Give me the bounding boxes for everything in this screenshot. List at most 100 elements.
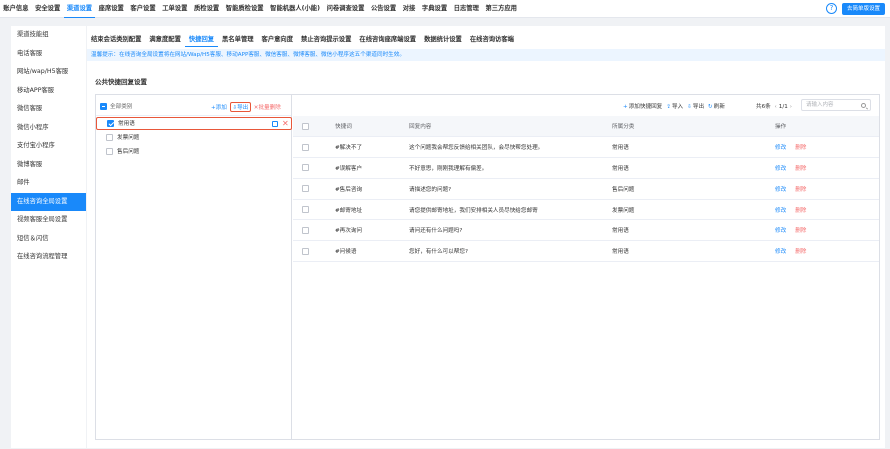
- pager: 共6条 ‹ 1/1 ›: [756, 102, 794, 110]
- question-circle-icon[interactable]: ?: [826, 3, 837, 14]
- table-row: #误解客户 不好意思，刚刚我理解有偏差。 常用语 修改 删除: [293, 157, 879, 179]
- cell-content: 请您提供邮寄地址，我们安排相关人员尽快给您邮寄: [409, 199, 612, 221]
- topnav-item[interactable]: 工单设置: [159, 0, 191, 18]
- subtab[interactable]: 客户意向度: [258, 35, 297, 47]
- topnav-item[interactable]: 账户信息: [0, 0, 32, 18]
- export-category-button[interactable]: ⇩导出: [229, 102, 251, 112]
- cell-actions: 修改 删除: [775, 240, 879, 263]
- simple-settings-button[interactable]: 去简单版设置: [842, 3, 885, 15]
- delete-button[interactable]: 删除: [795, 187, 806, 193]
- cell-category: 常用语: [612, 219, 775, 242]
- select-all-checkbox[interactable]: [100, 102, 107, 110]
- row-checkbox[interactable]: [302, 143, 309, 151]
- topnav-item[interactable]: 字典设置: [419, 0, 451, 18]
- sidebar-item[interactable]: 在线咨询全局设置: [11, 192, 86, 211]
- select-all-categories[interactable]: 全部类别: [100, 102, 132, 110]
- topnav-item[interactable]: 质检设置: [191, 0, 223, 18]
- category-checkbox[interactable]: [107, 120, 114, 127]
- topnav-item[interactable]: 对接: [399, 0, 418, 18]
- edit-button[interactable]: 修改: [775, 187, 786, 193]
- topnav-item[interactable]: 第三方应用: [482, 0, 520, 18]
- sidebar-item[interactable]: 支付宝小程序: [11, 137, 86, 156]
- cell-actions: 修改 删除: [775, 157, 879, 179]
- export-label: 导出: [692, 104, 705, 110]
- sidebar-item[interactable]: 短信＆闪信: [11, 230, 86, 249]
- delete-button[interactable]: 删除: [795, 208, 806, 214]
- topnav-item[interactable]: 座席设置: [95, 0, 127, 18]
- sidebar-item[interactable]: 网站/wap/H5客服: [11, 63, 86, 82]
- edit-button[interactable]: 修改: [775, 249, 786, 255]
- delete-button[interactable]: 删除: [795, 228, 806, 234]
- edit-button[interactable]: 修改: [775, 166, 786, 172]
- sidebar-item[interactable]: 移动APP客服: [11, 82, 86, 101]
- search-icon[interactable]: [861, 102, 866, 108]
- topnav-item[interactable]: 日志管理: [450, 0, 482, 18]
- row-checkbox-cell: [293, 136, 335, 159]
- sidebar-item[interactable]: 在线咨询流程管理: [11, 248, 86, 267]
- cell-actions: 修改 删除: [775, 199, 879, 221]
- cell-actions: 修改 删除: [775, 136, 879, 159]
- refresh-icon: ↻: [708, 104, 713, 110]
- category-label: 常用语: [118, 121, 135, 127]
- category-item[interactable]: 常用语 ✕: [96, 117, 292, 130]
- category-item[interactable]: 发票问题: [96, 132, 292, 145]
- subtab[interactable]: 禁止咨询提示设置: [297, 35, 355, 47]
- topnav-item[interactable]: 公告设置: [368, 0, 400, 18]
- chevron-left-icon[interactable]: ‹: [775, 104, 777, 110]
- import-button[interactable]: ⇪导入: [666, 102, 683, 110]
- header-checkbox[interactable]: [302, 122, 309, 130]
- add-category-button[interactable]: +添加: [211, 103, 227, 111]
- sidebar-item[interactable]: 视频客服全局设置: [11, 211, 86, 230]
- topnav-item[interactable]: 问卷调查设置: [323, 0, 367, 18]
- cell-content: 您好，有什么可以帮您?: [409, 240, 612, 263]
- topnav-item[interactable]: 智能质检设置: [222, 0, 266, 18]
- cell-category: 常用语: [612, 136, 775, 159]
- subtab[interactable]: 结束会话类别配置: [87, 35, 145, 47]
- row-checkbox[interactable]: [302, 185, 309, 193]
- column-header-category: 所属分类: [612, 116, 775, 138]
- category-checkbox[interactable]: [106, 148, 113, 155]
- add-reply-button[interactable]: +添加快捷回复: [623, 102, 662, 110]
- sidebar-item[interactable]: 微信客服: [11, 100, 86, 119]
- cell-content: 不好意思，刚刚我理解有偏差。: [409, 157, 612, 179]
- row-checkbox[interactable]: [302, 226, 309, 234]
- edit-button[interactable]: 修改: [775, 228, 786, 234]
- topnav-item[interactable]: 客户设置: [127, 0, 159, 18]
- batch-delete-button[interactable]: ✕批量删除: [254, 103, 281, 111]
- topnav-item[interactable]: 安全设置: [32, 0, 64, 18]
- sidebar-item[interactable]: 邮件: [11, 174, 86, 193]
- sidebar-item[interactable]: 微信小程序: [11, 119, 86, 138]
- search-input[interactable]: [802, 100, 860, 110]
- edit-button[interactable]: 修改: [775, 208, 786, 214]
- category-item[interactable]: 售后问题: [96, 146, 292, 159]
- delete-button[interactable]: 删除: [795, 249, 806, 255]
- subtab[interactable]: 快捷回复: [184, 35, 219, 47]
- export-button[interactable]: ⇩导出: [687, 102, 704, 110]
- delete-button[interactable]: 删除: [795, 166, 806, 172]
- topnav-item[interactable]: 智能机器人(小能): [267, 0, 323, 18]
- category-checkbox[interactable]: [106, 134, 113, 141]
- subtab[interactable]: 在线咨询访客端: [466, 35, 518, 47]
- subtab[interactable]: 在线咨询座席端设置: [355, 35, 420, 47]
- cell-category: 常用语: [612, 157, 775, 179]
- sidebar-item[interactable]: 电话客服: [11, 45, 86, 64]
- total-count: 共6条: [756, 104, 771, 110]
- table-row: #售后咨询 请描述您的问题? 售后问题 修改 删除: [293, 178, 879, 200]
- sidebar-item[interactable]: 微博客服: [11, 156, 86, 175]
- row-checkbox[interactable]: [302, 164, 309, 172]
- sidebar-item[interactable]: 渠道技能组: [11, 26, 86, 45]
- chevron-right-icon[interactable]: ›: [790, 104, 792, 110]
- edit-icon[interactable]: [272, 121, 278, 127]
- subtab[interactable]: 满意度配置: [145, 35, 184, 47]
- delete-button[interactable]: 删除: [795, 145, 806, 151]
- close-icon[interactable]: ✕: [282, 118, 289, 130]
- topnav-item[interactable]: 渠道设置: [63, 0, 96, 18]
- subtab[interactable]: 黑名单管理: [218, 35, 257, 47]
- edit-button[interactable]: 修改: [775, 145, 786, 151]
- subtab[interactable]: 数据统计设置: [420, 35, 466, 47]
- category-label: 发票问题: [117, 135, 140, 141]
- notice-banner: 温馨提示：在线咨询全局设置将在网站/Wap/H5客服、移动APP客服、微信客服、…: [87, 49, 885, 61]
- refresh-button[interactable]: ↻刷新: [708, 102, 725, 110]
- row-checkbox[interactable]: [302, 247, 309, 255]
- row-checkbox[interactable]: [302, 206, 309, 214]
